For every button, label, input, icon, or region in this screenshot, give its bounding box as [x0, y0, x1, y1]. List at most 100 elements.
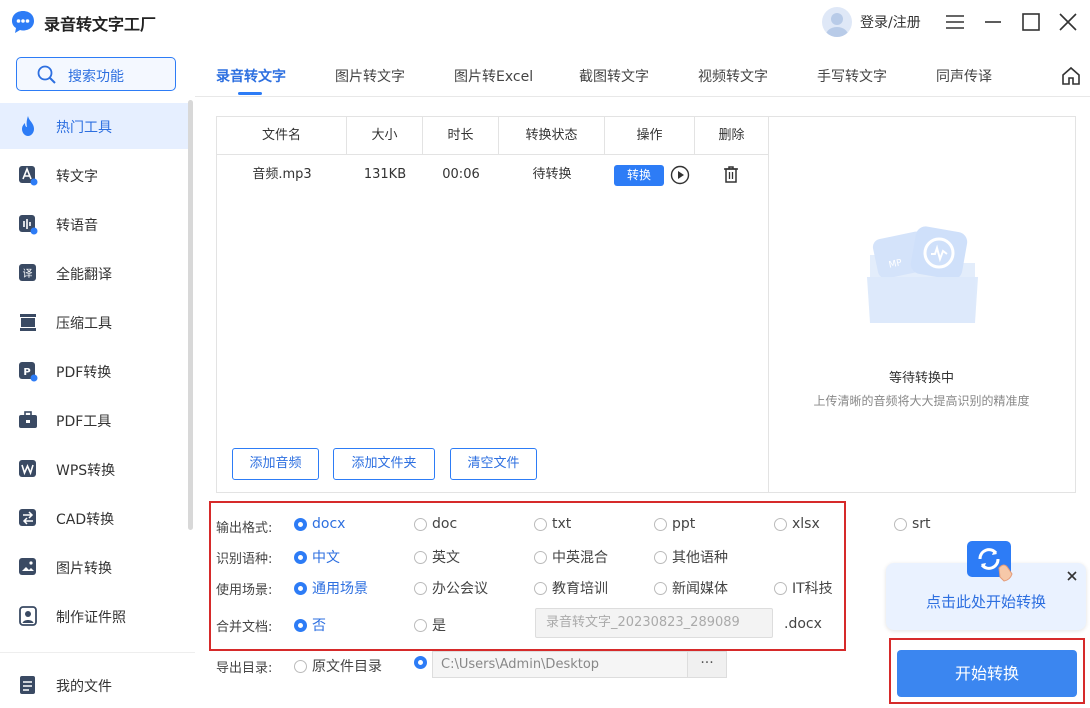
sidebar-divider	[0, 652, 195, 653]
app-title: 录音转文字工厂	[44, 15, 157, 34]
column-header-size: 大小	[347, 117, 423, 155]
language-radio-other[interactable]: 其他语种	[654, 547, 728, 567]
tab-screenshot-to-text[interactable]: 截图转文字	[579, 66, 649, 86]
image-icon	[19, 558, 36, 575]
sidebar-item-label: WPS转换	[56, 463, 116, 479]
waiting-title: 等待转换中	[888, 371, 954, 386]
file-name: 音频.mp3	[252, 167, 312, 182]
sidebar-item-pdf-tools[interactable]: PDF工具	[0, 397, 188, 443]
language-label: 识别语种:	[216, 552, 273, 567]
active-tab-indicator	[238, 92, 262, 95]
minimize-icon[interactable]	[981, 10, 1005, 34]
trash-icon[interactable]	[722, 164, 740, 184]
clear-files-button[interactable]: 清空文件	[450, 448, 537, 480]
search-icon	[37, 65, 56, 84]
sidebar-item-to-text[interactable]: 转文字	[0, 152, 188, 198]
merge-radio-yes[interactable]: 是	[414, 615, 446, 635]
fire-icon	[22, 116, 34, 136]
tab-simultaneous-interpretation[interactable]: 同声传译	[936, 66, 992, 86]
home-icon[interactable]	[1060, 66, 1082, 86]
sidebar-item-image-convert[interactable]: 图片转换	[0, 544, 188, 590]
sidebar-item-compress[interactable]: 压缩工具	[0, 299, 188, 345]
sidebar-item-label: CAD转换	[56, 512, 115, 528]
format-radio-txt[interactable]: txt	[534, 516, 571, 532]
table-header: 文件名 大小 时长 转换状态 操作 删除	[217, 117, 768, 155]
play-icon[interactable]	[670, 165, 690, 185]
tab-bar: 录音转文字 图片转文字 图片转Excel 截图转文字 视频转文字 手写转文字 同…	[195, 44, 1090, 97]
sidebar-item-label: PDF工具	[56, 414, 112, 430]
scene-radio-education[interactable]: 教育培训	[534, 578, 608, 598]
merge-label: 合并文档:	[216, 620, 273, 635]
maximize-icon[interactable]	[1019, 10, 1043, 34]
output-format-label: 输出格式:	[216, 521, 273, 536]
export-path-field[interactable]: C:\Users\Admin\Desktop	[432, 651, 688, 678]
tab-handwriting-to-text[interactable]: 手写转文字	[817, 66, 887, 86]
merge-filename-field[interactable]: 录音转文字_20230823_289089	[535, 608, 773, 638]
format-radio-xlsx[interactable]: xlsx	[774, 516, 820, 532]
language-radio-chinese[interactable]: 中文	[294, 547, 340, 567]
export-dir-label: 导出目录:	[216, 661, 273, 676]
file-status: 待转换	[532, 167, 572, 182]
cad-icon	[19, 509, 36, 526]
file-list-panel: 文件名 大小 时长 转换状态 操作 删除 音频.mp3 131KB 00:06 …	[216, 116, 769, 493]
language-radio-english[interactable]: 英文	[414, 547, 460, 567]
table-row: 音频.mp3 131KB 00:06 待转换 转换	[217, 155, 768, 195]
convert-button[interactable]: 转换	[614, 165, 664, 186]
export-radio-original[interactable]: 原文件目录	[294, 656, 382, 676]
pdf-convert-icon: P	[19, 362, 38, 382]
document-icon	[20, 676, 35, 694]
tab-image-to-excel[interactable]: 图片转Excel	[454, 66, 533, 86]
add-folder-button[interactable]: 添加文件夹	[333, 448, 435, 480]
format-radio-ppt[interactable]: ppt	[654, 516, 695, 532]
menu-icon[interactable]	[943, 10, 967, 34]
scene-radio-it[interactable]: IT科技	[774, 578, 833, 598]
sidebar-item-label: 压缩工具	[56, 316, 112, 332]
sidebar-item-cad-convert[interactable]: CAD转换	[0, 495, 188, 541]
tab-image-to-text[interactable]: 图片转文字	[335, 66, 405, 86]
format-radio-srt[interactable]: srt	[894, 516, 931, 532]
sidebar-item-wps-convert[interactable]: WPS转换	[0, 446, 188, 492]
app-window: 录音转文字工厂 登录/注册 搜索功能 热门工具 转文字 转语音 译 全能翻译 压…	[0, 0, 1090, 708]
login-link[interactable]: 登录/注册	[860, 12, 921, 32]
status-panel: MP 等待转换中 上传清晰的音频将大大提高识别的精准度	[769, 116, 1076, 493]
format-radio-docx[interactable]: docx	[294, 516, 345, 532]
column-header-duration: 时长	[423, 117, 499, 155]
sidebar-item-translate[interactable]: 译 全能翻译	[0, 250, 188, 296]
svg-text:P: P	[23, 367, 30, 378]
add-audio-button[interactable]: 添加音频	[232, 448, 319, 480]
sidebar-item-label: PDF转换	[56, 365, 112, 381]
tab-video-to-text[interactable]: 视频转文字	[698, 66, 768, 86]
format-radio-doc[interactable]: doc	[414, 516, 457, 532]
close-icon[interactable]	[1056, 10, 1080, 34]
sidebar-item-label: 我的文件	[56, 679, 112, 695]
language-radio-mixed[interactable]: 中英混合	[534, 547, 608, 567]
id-photo-icon	[19, 606, 37, 626]
file-size: 131KB	[363, 167, 407, 182]
column-header-filename: 文件名	[217, 117, 347, 155]
search-label: 搜索功能	[68, 69, 124, 85]
browse-path-button[interactable]: ···	[687, 651, 727, 678]
tooltip-close-icon[interactable]	[1065, 569, 1079, 583]
scene-radio-general[interactable]: 通用场景	[294, 578, 368, 598]
search-button[interactable]: 搜索功能	[16, 57, 176, 91]
sidebar-item-label: 制作证件照	[56, 610, 126, 626]
title-bar: 录音转文字工厂 登录/注册	[0, 0, 1090, 44]
sidebar-item-pdf-convert[interactable]: P PDF转换	[0, 348, 188, 394]
audio-folder-illustration: MP	[867, 226, 978, 323]
merge-radio-no[interactable]: 否	[294, 615, 326, 635]
scene-radio-news[interactable]: 新闻媒体	[654, 578, 728, 598]
sidebar-item-label: 转文字	[56, 169, 98, 185]
text-convert-icon	[19, 166, 38, 186]
sidebar-item-id-photo[interactable]: 制作证件照	[0, 593, 188, 639]
export-radio-custom[interactable]	[414, 656, 432, 669]
convert-hand-icon	[967, 541, 1013, 582]
scene-radio-meeting[interactable]: 办公会议	[414, 578, 488, 598]
tooltip-text: 点击此处开始转换	[925, 593, 1046, 611]
sidebar-item-my-files[interactable]: 我的文件	[0, 662, 188, 708]
start-convert-button[interactable]: 开始转换	[897, 650, 1077, 697]
sidebar-item-hot-tools[interactable]: 热门工具	[0, 103, 188, 149]
tab-audio-to-text[interactable]: 录音转文字	[216, 66, 286, 86]
sidebar-scrollbar[interactable]	[188, 100, 193, 530]
sidebar-item-to-voice[interactable]: 转语音	[0, 201, 188, 247]
avatar[interactable]	[822, 7, 852, 37]
